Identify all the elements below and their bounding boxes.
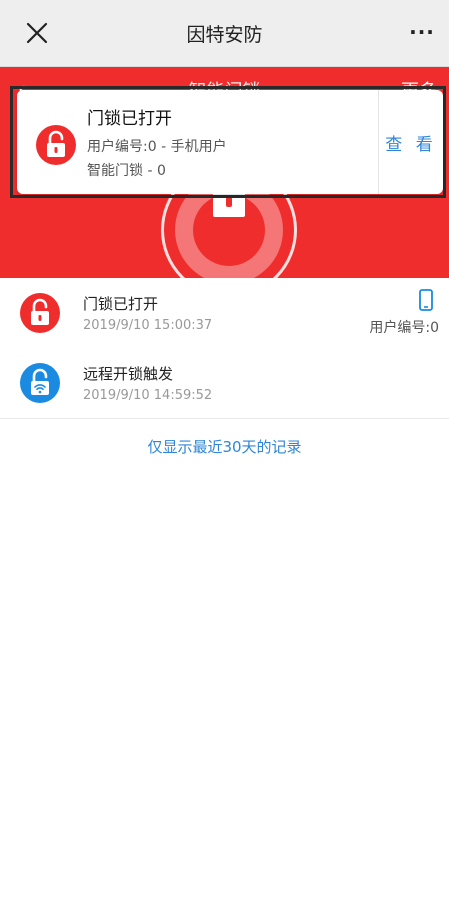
record-item-unlocked[interactable]: 门锁已打开 2019/9/10 15:00:37 用户编号:0 xyxy=(0,278,449,349)
top-navbar: 因特安防 ··· xyxy=(0,0,449,67)
record-user: 用户编号:0 xyxy=(369,320,439,336)
notification-title: 门锁已打开 xyxy=(87,109,172,129)
record-time: 2019/9/10 14:59:52 xyxy=(83,388,213,403)
view-button[interactable]: 查 看 xyxy=(379,90,443,194)
more-menu-button[interactable]: ··· xyxy=(407,20,437,46)
unlocked-lock-icon xyxy=(36,125,76,165)
notification-banner[interactable]: 门锁已打开 用户编号:0 - 手机用户 智能门锁 - 0 查 看 xyxy=(17,90,443,194)
unlocked-lock-icon xyxy=(20,293,60,333)
record-title: 门锁已打开 xyxy=(83,295,159,313)
wifi-lock-icon xyxy=(20,363,60,403)
phone-icon xyxy=(419,289,433,311)
record-item-remote-unlock[interactable]: 远程开锁触发 2019/9/10 14:59:52 xyxy=(0,348,449,419)
page-title: 因特安防 xyxy=(186,24,263,46)
notification-device: 智能门锁 - 0 xyxy=(87,163,166,179)
notification-user: 用户编号:0 - 手机用户 xyxy=(87,139,227,155)
recent-records-note[interactable]: 仅显示最近30天的记录 xyxy=(0,436,449,457)
record-title: 远程开锁触发 xyxy=(83,365,174,383)
record-time: 2019/9/10 15:00:37 xyxy=(83,318,213,333)
